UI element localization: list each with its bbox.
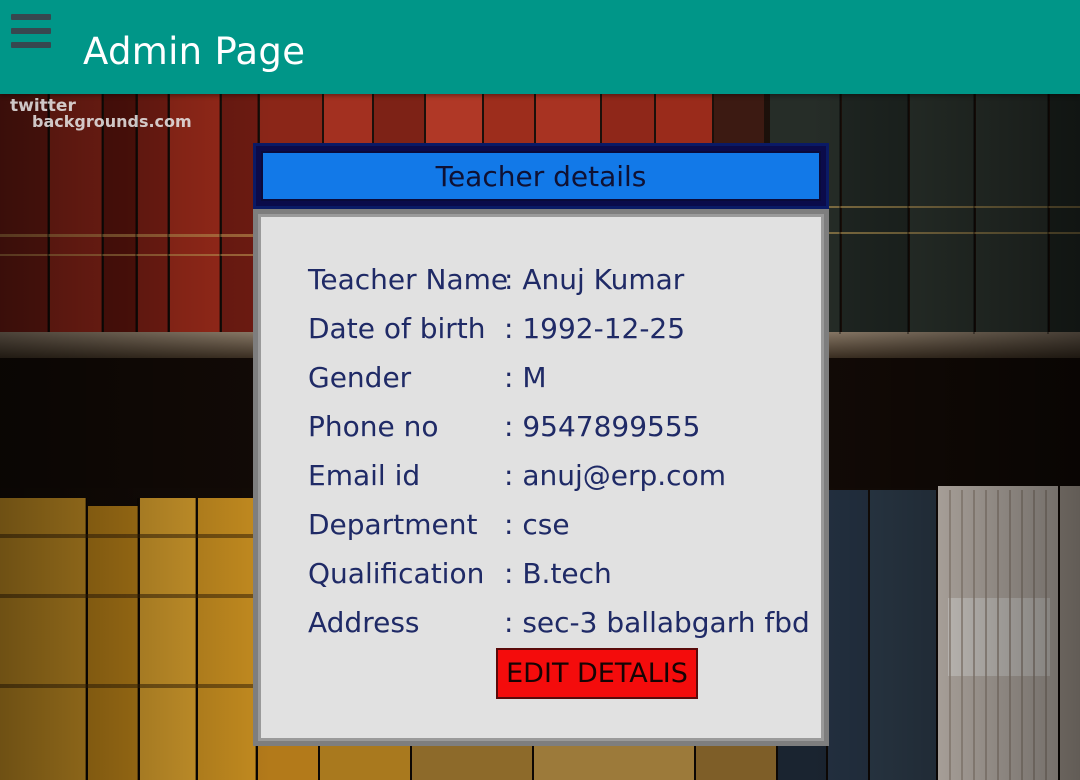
field-label: Qualification (308, 557, 485, 590)
field-value: : 1992-12-25 (504, 312, 686, 345)
page-title: Admin Page (83, 30, 306, 73)
watermark-line-2: backgrounds.com (32, 112, 192, 131)
field-label: Department (308, 508, 478, 541)
field-value: : anuj@erp.com (504, 459, 726, 492)
field-value: : M (504, 361, 547, 394)
field-value: : Anuj Kumar (504, 263, 685, 296)
field-value: : cse (504, 508, 570, 541)
dialog-header-bar: Teacher details (261, 151, 821, 201)
watermark-logo: twitter backgrounds.com (10, 98, 192, 130)
field-value: : 9547899555 (504, 410, 701, 443)
field-label: Date of birth (308, 312, 486, 345)
teacher-details-dialog: Teacher details Teacher Name : Anuj Kuma… (253, 143, 829, 746)
hamburger-menu-icon[interactable] (11, 14, 51, 48)
field-value: : B.tech (504, 557, 612, 590)
field-label: Phone no (308, 410, 439, 443)
field-value: : sec-3 ballabgarh fbd (504, 606, 810, 639)
dialog-header: Teacher details (253, 143, 829, 209)
edit-details-button[interactable]: EDIT DETALIS (496, 648, 698, 699)
field-label: Gender (308, 361, 412, 394)
dialog-title: Teacher details (435, 159, 647, 193)
field-label: Email id (308, 459, 421, 492)
field-label: Address (308, 606, 420, 639)
app-bar: Admin Page (0, 0, 1080, 94)
field-label: Teacher Name (308, 263, 509, 296)
